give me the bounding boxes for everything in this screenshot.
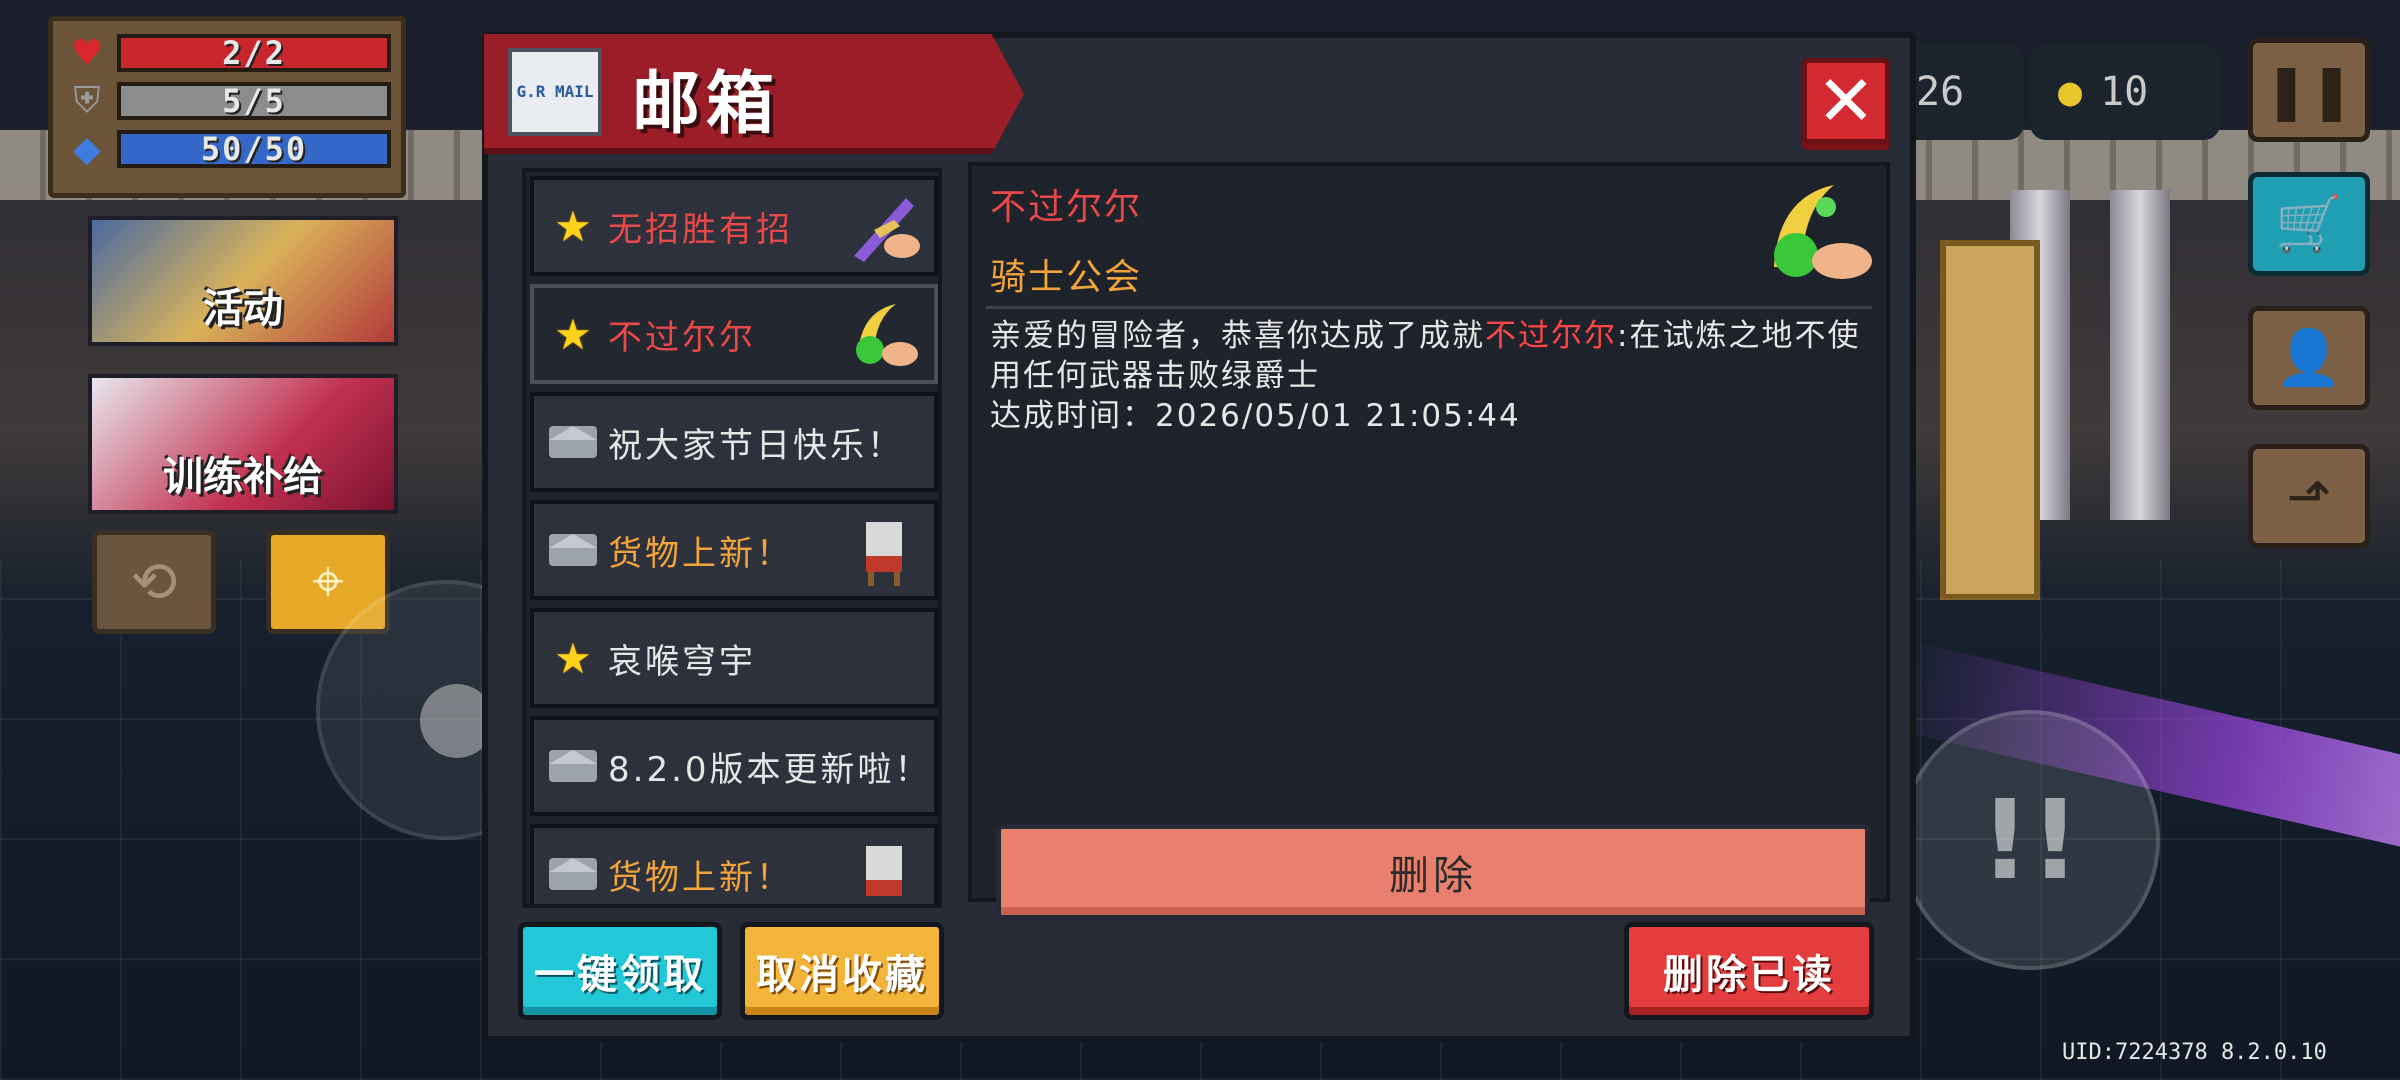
envelope-icon (548, 419, 598, 465)
star-icon: ★ (554, 633, 592, 683)
mail-detail-title: 不过尔尔 (990, 187, 1143, 228)
mail-item[interactable]: 货物上新！ (530, 824, 938, 904)
training-supply-label: 训练补给 (163, 454, 323, 500)
cat-merchant-icon (842, 512, 926, 592)
green-slash-hand-icon (842, 296, 926, 376)
mail-item[interactable]: ★ 哀喉穹宇 (530, 608, 938, 708)
mail-item[interactable]: 8.2.0版本更新啦！ (530, 716, 938, 816)
mail-body: 亲爱的冒险者，恭喜你达成了成就不过尔尔:在试炼之地不使用任何武器击败绿爵士 达成… (990, 316, 1870, 436)
gem-count: 26 (1916, 69, 1965, 115)
mail-item-title: 无招胜有招 (608, 209, 793, 250)
activity-label: 活动 (203, 286, 283, 332)
armor-text: 5/5 (222, 82, 286, 120)
mail-item[interactable]: ★ 无招胜有招 (530, 176, 938, 276)
energy-icon: ◆ (73, 128, 101, 170)
stairs-button[interactable]: ⬏ (2248, 444, 2370, 548)
swap-button[interactable]: ⟲ (92, 530, 216, 634)
action-button[interactable]: !! (1900, 710, 2160, 970)
envelope-icon (548, 851, 598, 897)
delete-mail-button[interactable]: 删除 (996, 824, 1870, 920)
mail-detail: 不过尔尔 骑士公会 亲爱的冒险者，恭喜你达成了成就不过尔尔:在试炼之地不使用任何… (968, 162, 1890, 920)
mail-item-title: 祝大家节日快乐！ (608, 425, 904, 466)
scene-doorframe (1940, 240, 2040, 600)
player-stats-panel: ♥ 2/2 ⛨ 5/5 ◆ 50/50 (48, 16, 406, 198)
close-icon: ✕ (1816, 60, 1876, 142)
armor-row: ⛨ 5/5 (63, 77, 391, 125)
uid-version-text: UID:7224378 8.2.0.10 (2062, 1040, 2327, 1065)
mail-envelope-text: G.R MAIL (516, 82, 594, 101)
cat-merchant-icon (842, 836, 926, 904)
mail-item-title: 哀喉穹宇 (608, 641, 756, 682)
mail-item-title: 货物上新！ (608, 533, 793, 574)
profile-card-icon: 👤 (2275, 326, 2343, 389)
stairs-icon: ⬏ (2286, 464, 2332, 528)
detail-divider (986, 306, 1872, 309)
coin-counter: ● 10 (2030, 44, 2220, 140)
mail-item[interactable]: ★ 不过尔尔 (530, 284, 938, 384)
star-icon: ★ (554, 309, 592, 359)
activity-tile[interactable]: 活动 (88, 216, 398, 346)
shop-button[interactable]: 🛒 (2248, 172, 2370, 276)
location-pin-icon: ⌖ (312, 549, 344, 614)
close-button[interactable]: ✕ (1802, 58, 1890, 144)
mailbox-header: G.R MAIL 邮箱 (484, 34, 1024, 154)
star-icon: ★ (554, 201, 592, 251)
sword-hand-icon (842, 188, 926, 268)
delete-read-button[interactable]: 删除已读 (1624, 922, 1874, 1020)
armor-bar: 5/5 (117, 82, 391, 120)
mail-list: ★ 无招胜有招 ★ 不过尔尔 祝大家节日快乐！ 货物上新！ ★ 哀喉穹宇 8.2… (522, 168, 942, 908)
heart-icon: ♥ (70, 32, 104, 74)
pause-icon: ❚❚ (2263, 58, 2355, 122)
mail-sender: 骑士公会 (990, 257, 1143, 298)
coin-count: 10 (2100, 69, 2149, 115)
cart-icon: 🛒 (2275, 192, 2343, 255)
energy-row: ◆ 50/50 (63, 125, 391, 173)
shield-icon: ⛨ (73, 80, 101, 121)
unfavorite-button[interactable]: 取消收藏 (740, 922, 944, 1020)
mailbox-title: 邮箱 (632, 65, 781, 144)
hp-row: ♥ 2/2 (63, 29, 391, 77)
mail-item-title: 8.2.0版本更新啦！ (608, 749, 932, 790)
coin-icon: ● (2058, 69, 2083, 115)
mail-envelope-icon: G.R MAIL (508, 48, 602, 136)
mail-body-achievement: 不过尔尔 (1485, 318, 1617, 354)
mail-item-title: 货物上新！ (608, 857, 793, 898)
mail-body-prefix: 亲爱的冒险者，恭喜你达成了成就 (990, 318, 1485, 354)
hp-text: 2/2 (222, 34, 286, 72)
swap-icon: ⟲ (130, 549, 178, 615)
hp-bar: 2/2 (117, 34, 391, 72)
mail-item[interactable]: 祝大家节日快乐！ (530, 392, 938, 492)
envelope-icon (548, 527, 598, 573)
mail-achieved-time: 达成时间：2026/05/01 21:05:44 (990, 398, 1521, 434)
mailbox-dialog: G.R MAIL 邮箱 ✕ ★ 无招胜有招 ★ 不过尔尔 祝大家节日快乐！ 货物 (482, 32, 1916, 1042)
mail-item-title: 不过尔尔 (608, 317, 756, 358)
profile-button[interactable]: 👤 (2248, 306, 2370, 410)
training-supply-tile[interactable]: 训练补给 (88, 374, 398, 514)
exclamation-icon: !! (1979, 776, 2081, 904)
claim-all-button[interactable]: 一键领取 (518, 922, 722, 1020)
scene-pillar (2110, 190, 2170, 520)
energy-text: 50/50 (200, 130, 308, 168)
energy-bar: 50/50 (117, 130, 391, 168)
envelope-icon (548, 743, 598, 789)
mail-item[interactable]: 货物上新！ (530, 500, 938, 600)
green-slash-hand-icon[interactable] (1754, 176, 1882, 294)
pause-button[interactable]: ❚❚ (2248, 38, 2370, 142)
